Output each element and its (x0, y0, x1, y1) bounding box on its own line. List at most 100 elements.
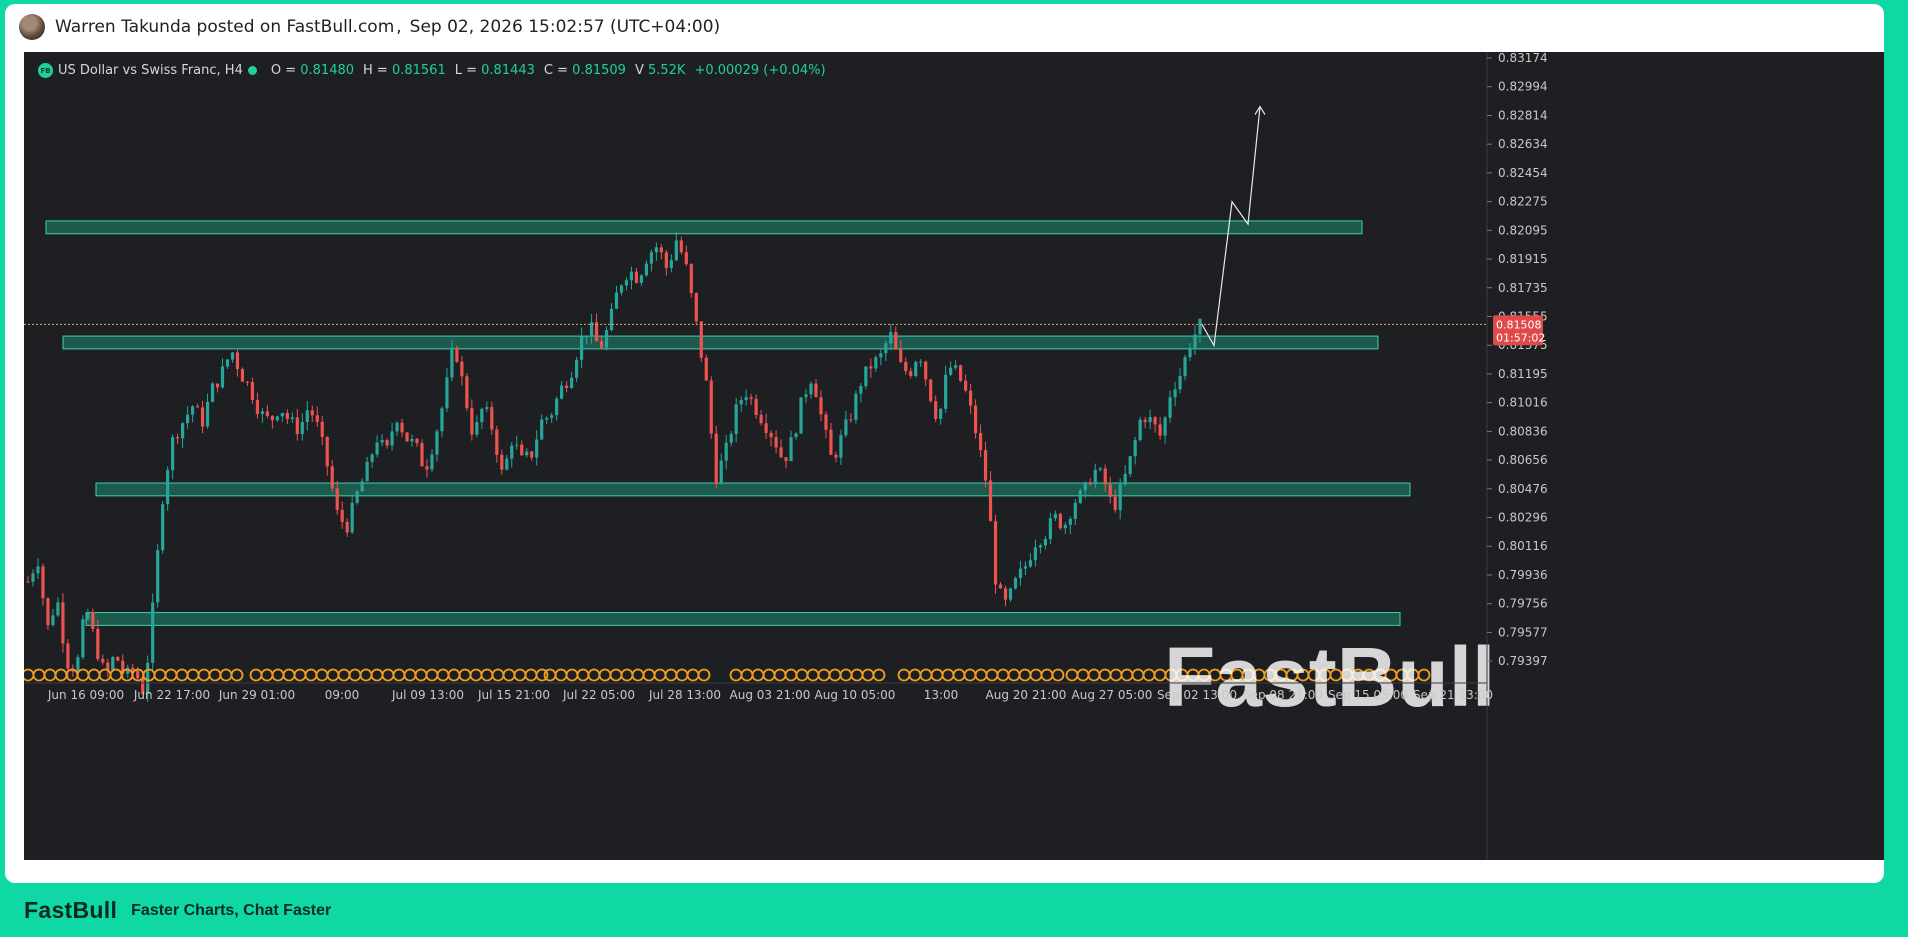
event-marker-icon (337, 668, 351, 682)
candle-body (1068, 518, 1072, 525)
candle-body (973, 405, 978, 434)
event-marker-icon (828, 668, 842, 682)
candle-body (530, 451, 534, 458)
legend-open: O = 0.81480 (271, 63, 354, 78)
candle-body (1088, 482, 1092, 485)
candle-body (1168, 397, 1172, 418)
symbol-title[interactable]: US Dollar vs Swiss Franc, H4 (58, 63, 243, 78)
event-marker-icon (1120, 668, 1134, 682)
candle-body (66, 643, 70, 669)
zone-rect (95, 482, 1411, 497)
candle-body (644, 263, 649, 276)
candle-body (914, 362, 918, 377)
event-marker-icon (249, 668, 263, 682)
event-marker-icon (908, 668, 922, 682)
candle-body (570, 377, 574, 388)
event-marker-icon (631, 668, 645, 682)
candle-body (769, 432, 773, 438)
candle-body (1108, 484, 1112, 497)
candle-body (779, 447, 783, 458)
candle-body (81, 619, 85, 658)
candle-body (1113, 496, 1117, 511)
candle-body (579, 336, 584, 360)
candle-body (275, 416, 279, 421)
candle-body (1103, 468, 1107, 485)
candle-body (525, 451, 529, 456)
volume-value: 5.52K (647, 63, 686, 78)
author-avatar[interactable] (19, 14, 45, 40)
event-marker-icon (919, 668, 933, 682)
candle-body (1043, 539, 1047, 546)
open-value: 0.81480 (300, 63, 355, 78)
event-marker-icon (315, 668, 329, 682)
price-chart[interactable]: FastBull 0.83174 0.82994 0.82814 0.82634 0.82… (24, 52, 1884, 860)
candle-body (819, 397, 823, 415)
event-marker-icon (642, 668, 656, 682)
candle-body (1058, 513, 1062, 529)
y-tick-label: 0.81195 (1498, 367, 1548, 381)
event-marker-icon (554, 668, 568, 682)
chart-area[interactable]: FastBull 0.83174 0.82994 0.82814 0.82634 0.82… (24, 52, 1884, 860)
event-marker-icon (850, 668, 864, 682)
candle-body (240, 368, 245, 382)
candle-body (360, 481, 364, 492)
event-marker-icon (392, 668, 406, 682)
candle-body (584, 336, 589, 338)
event-marker-icon (675, 668, 689, 682)
event-marker-icon (43, 668, 57, 682)
candle-body (669, 260, 673, 269)
candle-body (430, 454, 434, 470)
candle-body (1143, 419, 1147, 423)
event-marker-icon (839, 668, 853, 682)
candle-body (574, 359, 579, 378)
y-tick-label: 0.81915 (1498, 252, 1548, 266)
candle-body (944, 374, 948, 409)
candle-body (500, 454, 504, 470)
candle-body (834, 454, 838, 458)
candle-body (181, 423, 185, 439)
candle-body (490, 407, 494, 430)
event-marker-icon (282, 668, 296, 682)
footer-tagline: Faster Charts, Chat Faster (131, 901, 332, 919)
candle-body (929, 379, 933, 402)
candle-body (151, 602, 155, 663)
y-tick-label: 0.79756 (1498, 597, 1548, 611)
candle-body (220, 366, 225, 388)
candle-body (1083, 482, 1087, 491)
candle-body (440, 408, 444, 432)
candle-body (295, 417, 299, 435)
candle-body (1183, 357, 1187, 377)
event-marker-icon (304, 668, 318, 682)
candle-body (699, 321, 703, 358)
event-marker-icon (1029, 668, 1043, 682)
candle-body (505, 458, 509, 470)
footer-brand-logo[interactable]: FastBull (24, 897, 117, 924)
candle-body (968, 390, 973, 406)
y-tick-label: 0.79577 (1498, 625, 1548, 639)
fastbull-badge-icon: FB (38, 63, 53, 78)
candle-body (599, 341, 604, 348)
candle-body (1123, 473, 1127, 485)
candle-body (729, 433, 733, 443)
candle-body (949, 367, 953, 375)
live-status-dot-icon (247, 66, 257, 75)
close-value: 0.81509 (572, 63, 626, 78)
candle-body (719, 460, 723, 485)
candle-body (879, 353, 883, 358)
event-marker-icon (952, 668, 966, 682)
candle-body (1073, 502, 1077, 519)
event-marker-icon (587, 668, 601, 682)
candle-body (1133, 440, 1137, 457)
candle-body (894, 332, 898, 350)
candle-body (1008, 588, 1013, 600)
candle-body (1178, 376, 1182, 390)
author-line[interactable]: Warren Takunda posted on FastBull.com (55, 17, 394, 37)
x-tick-label: Sep 08 21:00 (1243, 688, 1323, 702)
event-marker-icon (403, 668, 417, 682)
event-marker-icon (686, 668, 700, 682)
zone-rect (45, 220, 1363, 235)
candle-body (510, 445, 514, 459)
event-marker-icon (219, 668, 233, 682)
candle-body (988, 480, 993, 522)
candle-body (1153, 417, 1157, 425)
